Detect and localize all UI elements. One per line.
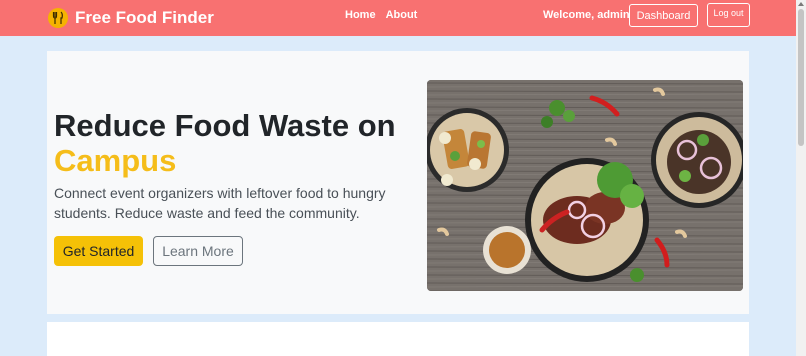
hero-title: Reduce Food Waste on Campus (54, 108, 396, 178)
scrollbar[interactable] (796, 0, 806, 356)
learn-more-button[interactable]: Learn More (153, 236, 243, 266)
navbar: Free Food Finder Home About Welcome, adm… (0, 0, 796, 36)
nav-link-about[interactable]: About (386, 9, 418, 21)
hero-title-line1: Reduce Food Waste on (54, 108, 396, 143)
get-started-button[interactable]: Get Started (54, 236, 143, 266)
logout-button[interactable]: Log out (707, 3, 750, 27)
fork-knife-logo-icon (48, 8, 68, 28)
brand-name: Free Food Finder (75, 8, 214, 27)
nav-link-home[interactable]: Home (345, 9, 376, 21)
hero-food-image (427, 80, 743, 291)
content-card (47, 322, 749, 356)
hero-description: Connect event organizers with leftover f… (54, 185, 386, 221)
brand[interactable]: Free Food Finder (48, 8, 214, 28)
dashboard-button[interactable]: Dashboard (629, 4, 698, 27)
hero-title-highlight: Campus (54, 143, 177, 178)
scroll-up-arrow-icon[interactable] (798, 2, 804, 6)
nav-links: Home About (345, 9, 417, 21)
welcome-text: Welcome, admin (543, 9, 630, 21)
scrollbar-thumb[interactable] (798, 9, 804, 146)
